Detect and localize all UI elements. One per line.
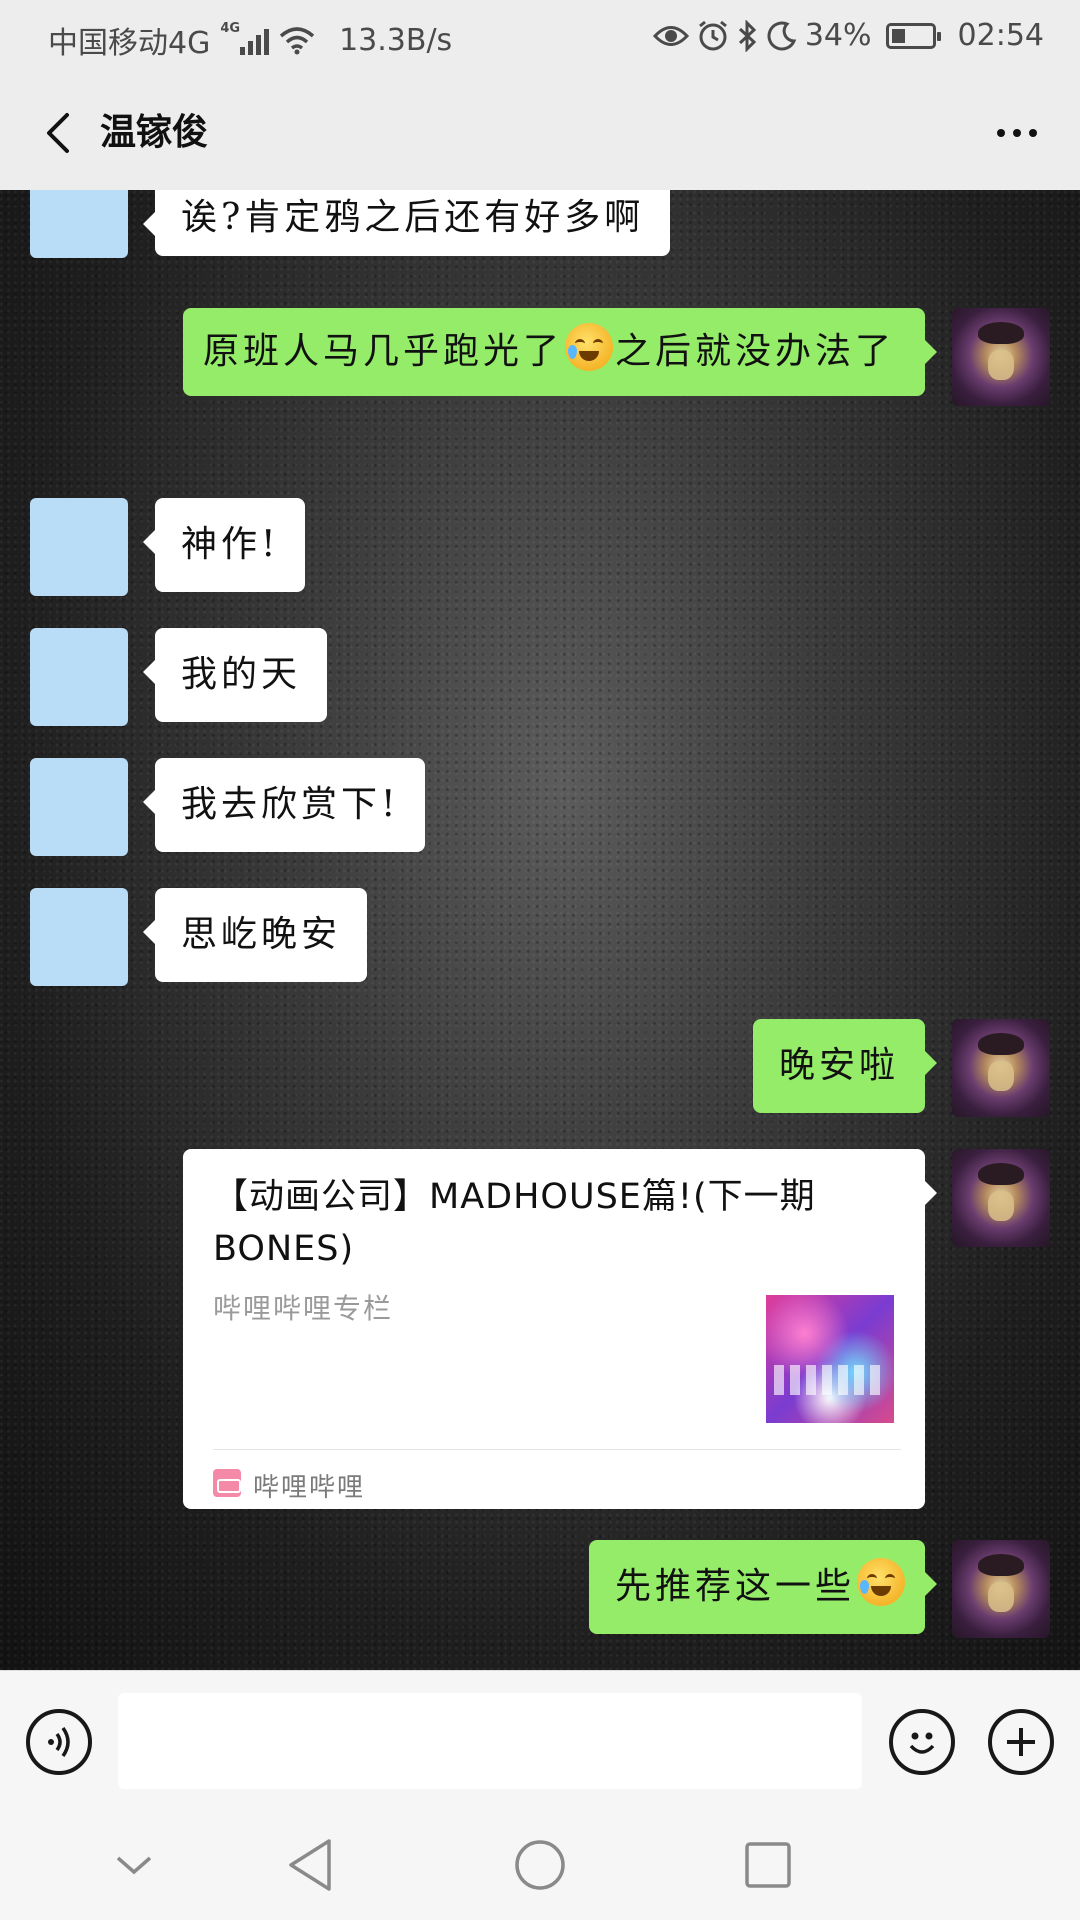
message-bubble[interactable]: 思屹晚安 xyxy=(142,888,368,982)
status-left: 中国移动4G 4G 13.3B/s xyxy=(48,18,452,62)
contact-avatar[interactable] xyxy=(30,498,128,596)
chat-area[interactable]: 诶?肯定鸦之后还有好多啊 原班人马几乎跑光了 之后就没办法了 神作! 我的天 我去… xyxy=(0,190,1080,1670)
card-description: 哔哩哔哩专栏 xyxy=(213,1292,394,1325)
message-text: 我去欣赏下! xyxy=(181,784,400,825)
card-thumbnail xyxy=(766,1295,894,1423)
moon-icon xyxy=(767,21,797,51)
message-text: 晚安啦 xyxy=(778,1045,899,1086)
status-right: 34% 02:54 xyxy=(652,18,1044,53)
message-text: 思屹晚安 xyxy=(181,914,342,955)
chat-header: 温镓俊 xyxy=(0,75,1080,190)
message-input[interactable] xyxy=(118,1693,862,1789)
message-text: 我的天 xyxy=(181,654,302,695)
eye-icon xyxy=(652,23,689,49)
contact-avatar[interactable] xyxy=(30,628,128,726)
signal-icon: 4G xyxy=(220,21,270,55)
input-bar xyxy=(0,1670,1080,1805)
voice-icon[interactable] xyxy=(26,1709,92,1775)
plus-icon[interactable] xyxy=(988,1709,1054,1775)
message-text: 先推荐这一些 xyxy=(614,1566,855,1607)
my-avatar[interactable] xyxy=(952,1540,1050,1638)
bilibili-icon xyxy=(213,1469,241,1497)
clock: 02:54 xyxy=(957,18,1044,53)
wifi-icon xyxy=(279,25,315,55)
page-title: 温镓俊 xyxy=(100,112,209,153)
card-divider xyxy=(213,1449,901,1450)
system-nav-bar xyxy=(0,1805,1080,1920)
message-bubble[interactable]: 我的天 xyxy=(142,628,328,722)
home-icon[interactable] xyxy=(510,1835,570,1895)
status-bar: 中国移动4G 4G 13.3B/s 34% 02:54 xyxy=(0,0,1080,75)
alarm-icon xyxy=(697,20,729,52)
card-title: 【动画公司】MADHOUSE篇!(下一期BONES) xyxy=(213,1177,816,1269)
contact-avatar[interactable] xyxy=(30,888,128,986)
carrier-label: 中国移动4G xyxy=(48,26,211,61)
emoji-icon[interactable] xyxy=(889,1709,955,1775)
message-text: 神作! xyxy=(181,524,280,565)
message-text: 诶?肯定鸦之后还有好多啊 xyxy=(181,197,645,238)
collapse-icon[interactable] xyxy=(104,1835,164,1895)
laugh-cry-emoji xyxy=(857,1558,905,1606)
network-badge: 4G xyxy=(220,20,241,36)
message-bubble[interactable]: 我去欣赏下! xyxy=(142,758,426,852)
battery-percent: 34% xyxy=(804,18,872,53)
nav-back-icon[interactable] xyxy=(280,1835,340,1895)
battery-icon xyxy=(885,22,941,49)
contact-avatar[interactable] xyxy=(30,190,128,258)
message-bubble[interactable]: 诶?肯定鸦之后还有好多啊 xyxy=(142,190,671,256)
message-bubble[interactable]: 先推荐这一些 xyxy=(588,1540,938,1634)
contact-avatar[interactable] xyxy=(30,758,128,856)
message-text: 之后就没办法了 xyxy=(615,331,896,372)
recents-icon[interactable] xyxy=(738,1835,798,1895)
laugh-cry-emoji xyxy=(565,323,614,371)
my-avatar[interactable] xyxy=(952,308,1050,406)
message-bubble[interactable]: 神作! xyxy=(142,498,306,592)
my-avatar[interactable] xyxy=(952,1149,1050,1247)
network-speed: 13.3B/s xyxy=(339,22,453,58)
my-avatar[interactable] xyxy=(952,1019,1050,1117)
back-arrow-icon[interactable] xyxy=(28,103,88,163)
message-bubble[interactable]: 晚安啦 xyxy=(752,1019,938,1113)
message-text: 原班人马几乎跑光了 xyxy=(203,331,564,372)
bluetooth-icon xyxy=(737,19,759,52)
card-source: 哔哩哔哩 xyxy=(253,1473,366,1503)
message-bubble[interactable]: 原班人马几乎跑光了 之后就没办法了 xyxy=(183,308,937,396)
more-dots-icon[interactable] xyxy=(982,103,1052,163)
link-card[interactable]: 【动画公司】MADHOUSE篇!(下一期BONES) 哔哩哔哩专栏 哔哩哔哩 xyxy=(183,1149,937,1509)
